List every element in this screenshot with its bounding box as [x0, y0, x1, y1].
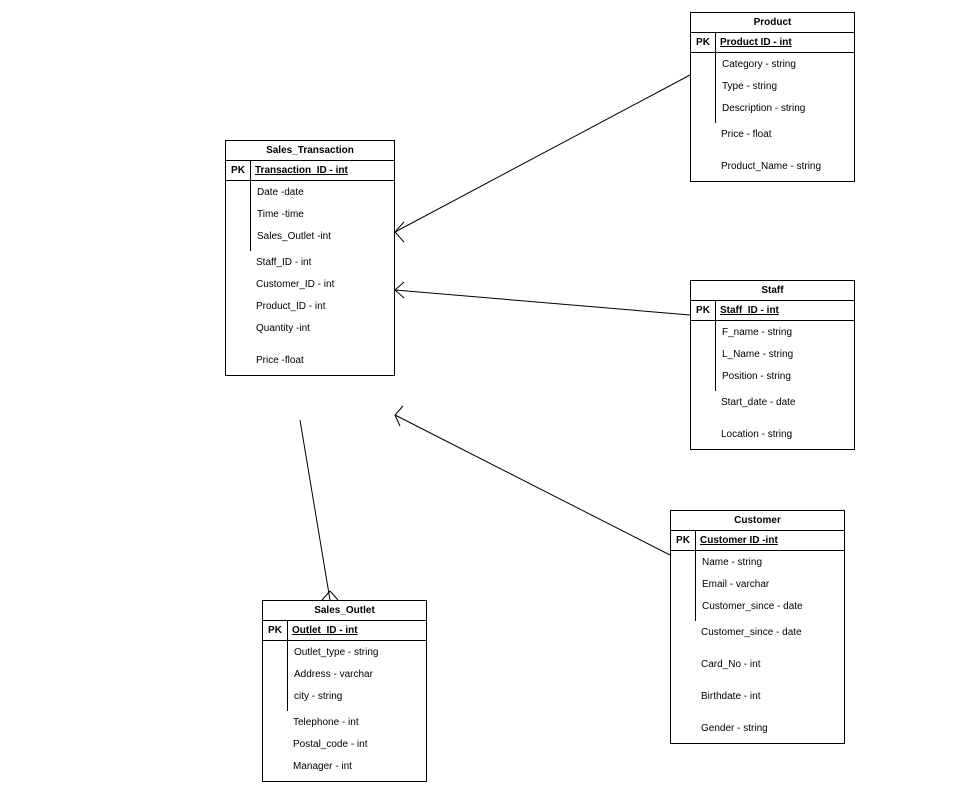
attr: Sales_Outlet -int — [255, 227, 390, 249]
attr: Start_date - date — [719, 393, 850, 415]
entity-title: Customer — [671, 511, 844, 531]
attr: Date -date — [255, 183, 390, 205]
entity-sales-outlet: Sales_Outlet PK Outlet_ID - int Outlet_t… — [262, 600, 427, 782]
entity-product: Product PK Product ID - int Category - s… — [690, 12, 855, 182]
rel-salestransaction-product — [395, 75, 690, 242]
attr: Address - varchar — [292, 665, 422, 687]
attr — [254, 341, 390, 351]
attr: Product_Name - string — [719, 157, 850, 179]
attr: Product_ID - int — [254, 297, 390, 319]
entity-staff: Staff PK Staff_ID - int F_name - string … — [690, 280, 855, 450]
attr: Customer_since - date — [700, 597, 840, 619]
rel-salestransaction-customer — [395, 406, 670, 555]
pk-field: Transaction_ID - int — [251, 161, 394, 180]
attr: Manager - int — [291, 757, 422, 779]
attr: F_name - string — [720, 323, 850, 345]
attr: city - string — [292, 687, 422, 709]
attr: Type - string — [720, 77, 850, 99]
attr: Price -float — [254, 351, 390, 373]
pk-field: Staff_ID - int — [716, 301, 854, 320]
attr — [699, 677, 840, 687]
attr: Time -time — [255, 205, 390, 227]
entity-sales-transaction: Sales_Transaction PK Transaction_ID - in… — [225, 140, 395, 376]
attr: Card_No - int — [699, 655, 840, 677]
attr — [699, 709, 840, 719]
pk-label: PK — [691, 33, 716, 52]
pk-field: Product ID - int — [716, 33, 854, 52]
attr: L_Name - string — [720, 345, 850, 367]
attr — [719, 147, 850, 157]
pk-label: PK — [226, 161, 251, 180]
rel-salestransaction-salesoutlet — [300, 420, 338, 600]
attr: Postal_code - int — [291, 735, 422, 757]
entity-title: Product — [691, 13, 854, 33]
attr: Description - string — [720, 99, 850, 121]
attr: Category - string — [720, 55, 850, 77]
rel-salestransaction-staff — [395, 282, 690, 315]
attr: Price - float — [719, 125, 850, 147]
attr: Birthdate - int — [699, 687, 840, 709]
pk-label: PK — [671, 531, 696, 550]
attr: Staff_ID - int — [254, 253, 390, 275]
attr: Gender - string — [699, 719, 840, 741]
pk-field: Outlet_ID - int — [288, 621, 426, 640]
attr: Telephone - int — [291, 713, 422, 735]
entity-title: Staff — [691, 281, 854, 301]
attr — [699, 645, 840, 655]
attr: Customer_ID - int — [254, 275, 390, 297]
attr: Location - string — [719, 425, 850, 447]
attr: Email - varchar — [700, 575, 840, 597]
entity-title: Sales_Transaction — [226, 141, 394, 161]
attr: Quantity -int — [254, 319, 390, 341]
pk-label: PK — [691, 301, 716, 320]
entity-title: Sales_Outlet — [263, 601, 426, 621]
pk-field: Customer ID -int — [696, 531, 844, 550]
attr: Outlet_type - string — [292, 643, 422, 665]
attr: Position - string — [720, 367, 850, 389]
entity-customer: Customer PK Customer ID -int Name - stri… — [670, 510, 845, 744]
attr: Name - string — [700, 553, 840, 575]
attr — [719, 415, 850, 425]
attr: Customer_since - date — [699, 623, 840, 645]
pk-label: PK — [263, 621, 288, 640]
